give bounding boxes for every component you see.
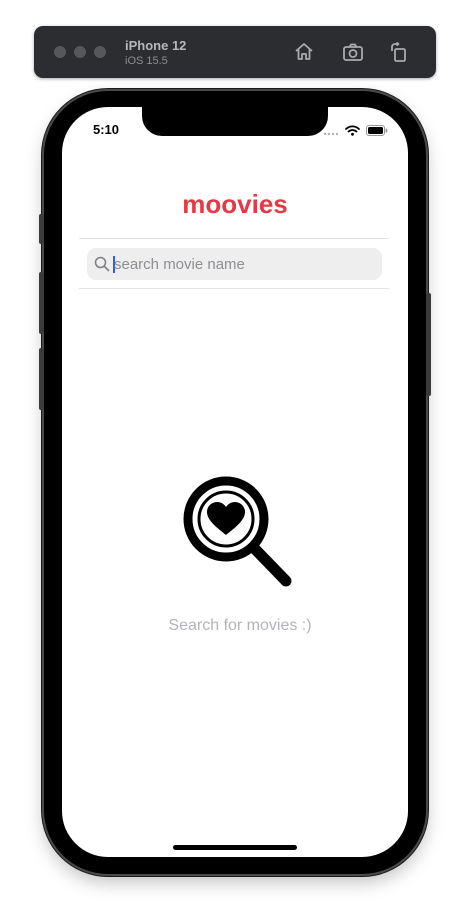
notch	[142, 107, 328, 136]
simulator-toolbar: iPhone 12 iOS 15.5	[34, 26, 436, 78]
search-input[interactable]	[114, 248, 376, 280]
home-indicator[interactable]	[173, 845, 297, 850]
window-minimize-button[interactable]	[74, 46, 86, 58]
signal-icon	[323, 123, 339, 141]
rotate-icon[interactable]	[387, 40, 411, 64]
volume-down-button	[39, 348, 44, 410]
power-button	[426, 293, 431, 396]
volume-up-button	[39, 272, 44, 334]
app-title: moovies	[182, 189, 288, 219]
header-divider	[79, 238, 389, 239]
search-bar[interactable]	[87, 248, 382, 280]
screenshot-icon[interactable]	[341, 40, 365, 64]
status-time: 5:10	[93, 122, 120, 137]
mute-switch	[39, 214, 44, 244]
search-divider	[79, 288, 389, 289]
empty-state-message: Search for movies :)	[168, 617, 312, 634]
simulator-device-name: iPhone 12	[125, 38, 187, 53]
battery-icon	[366, 123, 388, 141]
wifi-icon	[345, 123, 360, 141]
window-zoom-button[interactable]	[94, 46, 106, 58]
simulator-os-version: iOS 15.5	[125, 55, 168, 67]
status-icons	[323, 123, 388, 141]
window-close-button[interactable]	[54, 46, 66, 58]
heart-magnifier-icon	[182, 475, 294, 589]
app-screen: 5:10 moovies search movie name Search fo…	[62, 107, 408, 857]
home-icon[interactable]	[292, 40, 316, 64]
search-icon	[94, 256, 110, 272]
